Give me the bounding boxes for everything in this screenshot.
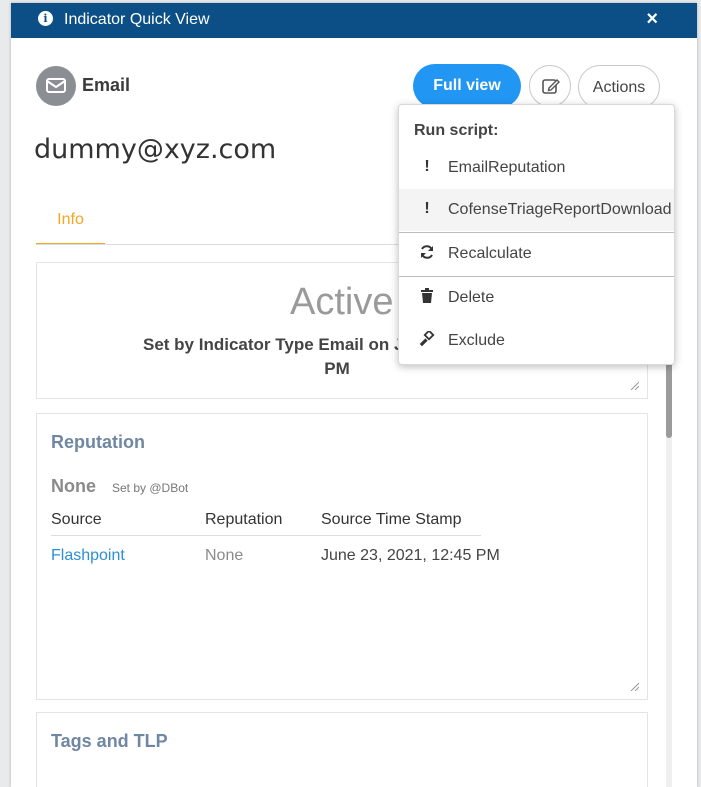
column-header-source: Source [51,511,102,528]
row-timestamp: June 23, 2021, 12:45 PM [321,547,500,564]
resize-handle-icon[interactable] [629,681,639,691]
run-script-header: Run script: [414,122,499,139]
resize-handle-icon[interactable] [629,380,639,390]
row-reputation: None [205,547,244,564]
row-source-link[interactable]: Flashpoint [51,547,125,565]
column-header-timestamp: Source Time Stamp [321,511,462,528]
close-button[interactable]: × [646,8,658,31]
exclamation-icon: ! [424,200,430,217]
full-view-button[interactable]: Full view [413,64,521,108]
column-header-reputation: Reputation [205,511,283,528]
menu-item-delete[interactable]: Delete [399,277,674,319]
indicator-value: dummy@xyz.com [34,134,277,165]
edit-button[interactable] [529,65,571,107]
reputation-set-by: Set by @DBot [112,481,189,495]
exclamation-icon: ! [424,158,430,175]
window-title: Indicator Quick View [64,11,210,28]
actions-dropdown-menu: Run script: ! EmailReputation ! CofenseT… [398,104,675,365]
menu-item-label: Exclude [448,332,505,349]
menu-item-label: Delete [448,289,495,306]
gavel-icon [417,329,437,351]
menu-item-exclude[interactable]: Exclude [399,320,674,362]
tags-card: Tags and TLP [36,712,648,787]
menu-item-emailreputation[interactable]: ! EmailReputation [399,147,674,189]
title-bar: i Indicator Quick View × [11,3,697,38]
menu-item-cofensetriage[interactable]: ! CofenseTriageReportDownload [399,189,674,231]
refresh-icon [417,244,437,264]
reputation-card: Reputation None Set by @DBot Source Repu… [36,413,648,700]
menu-item-label: Recalculate [448,245,532,262]
reputation-score: None [51,476,96,496]
table-header-divider [51,535,481,536]
indicator-type: Email [82,75,131,95]
edit-icon [542,79,560,94]
tags-title: Tags and TLP [51,731,168,751]
reputation-title: Reputation [51,432,145,452]
menu-item-label: EmailReputation [448,159,566,176]
info-icon: i [38,11,53,26]
envelope-icon [46,78,66,93]
tab-info[interactable]: Info [36,207,105,245]
status-text: Active [290,281,394,323]
email-type-avatar [36,66,76,106]
trash-icon [417,288,437,308]
menu-item-label: CofenseTriageReportDownload [448,201,672,218]
menu-item-recalculate[interactable]: Recalculate [399,233,674,275]
actions-button[interactable]: Actions [578,65,660,109]
